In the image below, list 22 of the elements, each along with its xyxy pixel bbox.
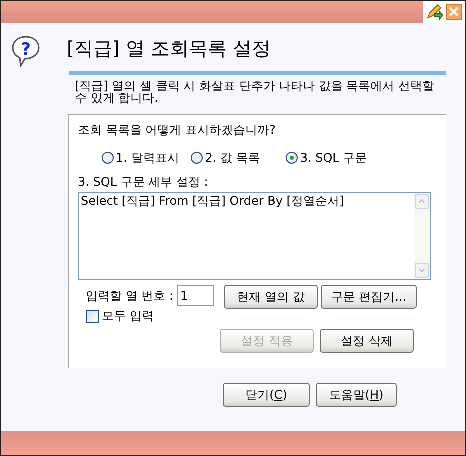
pencil-icon[interactable] <box>426 4 443 20</box>
radio-button[interactable] <box>286 152 298 164</box>
radio-button[interactable] <box>191 152 204 164</box>
close-icon[interactable] <box>446 4 462 20</box>
dialog-button[interactable]: 설정 삭제 <box>320 329 414 353</box>
sql-settings-label: 3. SQL 구문 세부 설정 : <box>78 174 210 191</box>
help-icon: ? <box>11 35 41 67</box>
radio-option[interactable]: 3. SQL 구문 <box>286 149 368 167</box>
description-text: [직급] 열의 셀 클릭 시 화살표 단추가 나타나 값을 목록에서 선택할 수 있게 합니다. <box>75 80 436 104</box>
radio-option[interactable]: 2. 값 목록 <box>191 149 260 167</box>
dialog-title: [직급] 열 조회목록 설정 <box>67 37 271 62</box>
dialog-button[interactable]: 도움말(H) <box>316 383 397 407</box>
dialog-button[interactable]: 현재 열의 값 <box>224 285 318 309</box>
column-number-field[interactable]: 1 <box>176 285 214 306</box>
dialog-button[interactable]: 구문 편집기... <box>321 285 417 309</box>
column-number-label: 입력할 열 번호 : <box>86 288 174 304</box>
all-input-label[interactable]: 모두 입력 <box>102 307 154 325</box>
question-label: 조회 목록을 어떻게 표시하겠습니까? <box>78 122 277 139</box>
radio-option[interactable]: 1. 달력표시 <box>102 149 180 167</box>
dialog-button[interactable]: 닫기(C) <box>223 383 310 407</box>
all-input-checkbox[interactable] <box>86 310 99 322</box>
radio-button[interactable] <box>102 152 114 164</box>
